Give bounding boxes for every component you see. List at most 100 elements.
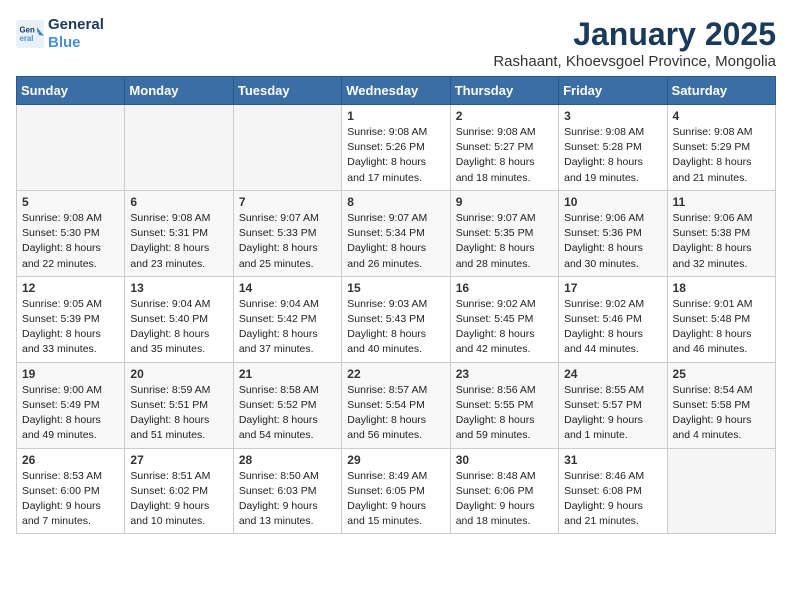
cell-details: Sunrise: 8:59 AMSunset: 5:51 PMDaylight:… [130,383,227,444]
day-number: 9 [456,195,553,209]
calendar-table: SundayMondayTuesdayWednesdayThursdayFrid… [16,76,776,534]
day-number: 5 [22,195,119,209]
calendar-cell-11: 11 Sunrise: 9:06 AMSunset: 5:38 PMDayligh… [667,190,775,276]
cell-details: Sunrise: 9:06 AMSunset: 5:38 PMDaylight:… [673,211,770,272]
title-block: January 2025 Rashaant, Khoevsgoel Provin… [493,16,776,70]
day-number: 30 [456,453,553,467]
day-number: 31 [564,453,661,467]
logo: Gen eral General Blue [16,16,104,52]
cell-details: Sunrise: 9:07 AMSunset: 5:33 PMDaylight:… [239,211,336,272]
cell-details: Sunrise: 8:46 AMSunset: 6:08 PMDaylight:… [564,469,661,530]
calendar-cell-1: 1 Sunrise: 9:08 AMSunset: 5:26 PMDaylight… [342,105,450,191]
calendar-cell-7: 7 Sunrise: 9:07 AMSunset: 5:33 PMDaylight… [233,190,341,276]
calendar-cell-24: 24Sunrise: 8:55 AMSunset: 5:57 PMDayligh… [559,362,667,448]
calendar-cell-empty [233,105,341,191]
page-header: Gen eral General Blue January 2025 Rasha… [16,16,776,70]
day-number: 7 [239,195,336,209]
cell-details: Sunrise: 9:07 AMSunset: 5:35 PMDaylight:… [456,211,553,272]
svg-text:Gen: Gen [20,25,35,34]
day-number: 3 [564,109,661,123]
logo-text: General Blue [48,16,104,52]
day-number: 1 [347,109,444,123]
cell-details: Sunrise: 9:06 AMSunset: 5:36 PMDaylight:… [564,211,661,272]
day-number: 16 [456,281,553,295]
day-number: 28 [239,453,336,467]
cell-details: Sunrise: 9:08 AMSunset: 5:26 PMDaylight:… [347,125,444,186]
cell-details: Sunrise: 9:08 AMSunset: 5:28 PMDaylight:… [564,125,661,186]
calendar-cell-25: 25Sunrise: 8:54 AMSunset: 5:58 PMDayligh… [667,362,775,448]
calendar-cell-28: 28 Sunrise: 8:50 AMSunset: 6:03 PMDayligh… [233,448,341,534]
calendar-cell-21: 21Sunrise: 8:58 AMSunset: 5:52 PMDayligh… [233,362,341,448]
day-number: 18 [673,281,770,295]
day-number: 26 [22,453,119,467]
cell-details: Sunrise: 9:02 AMSunset: 5:46 PMDaylight:… [564,297,661,358]
day-number: 14 [239,281,336,295]
cell-details: Sunrise: 8:57 AMSunset: 5:54 PMDaylight:… [347,383,444,444]
cell-details: Sunrise: 9:05 AMSunset: 5:39 PMDaylight:… [22,297,119,358]
day-number: 12 [22,281,119,295]
month-year-title: January 2025 [493,16,776,53]
calendar-week-3: 19 Sunrise: 9:00 AMSunset: 5:49 PMDayligh… [17,362,776,448]
day-number: 6 [130,195,227,209]
header-tuesday: Tuesday [233,77,341,105]
cell-details: Sunrise: 8:48 AMSunset: 6:06 PMDaylight:… [456,469,553,530]
cell-details: Sunrise: 9:01 AMSunset: 5:48 PMDaylight:… [673,297,770,358]
day-number: 11 [673,195,770,209]
calendar-cell-26: 26 Sunrise: 8:53 AMSunset: 6:00 PMDayligh… [17,448,125,534]
cell-details: Sunrise: 8:56 AMSunset: 5:55 PMDaylight:… [456,383,553,444]
calendar-cell-18: 18 Sunrise: 9:01 AMSunset: 5:48 PMDayligh… [667,276,775,362]
calendar-cell-8: 8Sunrise: 9:07 AMSunset: 5:34 PMDaylight… [342,190,450,276]
calendar-cell-20: 20 Sunrise: 8:59 AMSunset: 5:51 PMDayligh… [125,362,233,448]
calendar-cell-23: 23 Sunrise: 8:56 AMSunset: 5:55 PMDayligh… [450,362,558,448]
header-saturday: Saturday [667,77,775,105]
day-number: 23 [456,367,553,381]
header-wednesday: Wednesday [342,77,450,105]
cell-details: Sunrise: 9:08 AMSunset: 5:31 PMDaylight:… [130,211,227,272]
day-number: 17 [564,281,661,295]
cell-details: Sunrise: 9:02 AMSunset: 5:45 PMDaylight:… [456,297,553,358]
day-number: 24 [564,367,661,381]
calendar-cell-empty [17,105,125,191]
calendar-cell-3: 3 Sunrise: 9:08 AMSunset: 5:28 PMDaylight… [559,105,667,191]
header-friday: Friday [559,77,667,105]
cell-details: Sunrise: 9:03 AMSunset: 5:43 PMDaylight:… [347,297,444,358]
header-thursday: Thursday [450,77,558,105]
cell-details: Sunrise: 9:04 AMSunset: 5:42 PMDaylight:… [239,297,336,358]
day-number: 13 [130,281,227,295]
svg-text:eral: eral [20,34,34,43]
cell-details: Sunrise: 9:00 AMSunset: 5:49 PMDaylight:… [22,383,119,444]
cell-details: Sunrise: 9:08 AMSunset: 5:27 PMDaylight:… [456,125,553,186]
calendar-cell-19: 19 Sunrise: 9:00 AMSunset: 5:49 PMDayligh… [17,362,125,448]
day-number: 8 [347,195,444,209]
location-subtitle: Rashaant, Khoevsgoel Province, Mongolia [493,53,776,70]
cell-details: Sunrise: 8:58 AMSunset: 5:52 PMDaylight:… [239,383,336,444]
header-monday: Monday [125,77,233,105]
calendar-cell-17: 17 Sunrise: 9:02 AMSunset: 5:46 PMDayligh… [559,276,667,362]
calendar-week-1: 5 Sunrise: 9:08 AMSunset: 5:30 PMDaylight… [17,190,776,276]
day-number: 29 [347,453,444,467]
calendar-cell-13: 13 Sunrise: 9:04 AMSunset: 5:40 PMDayligh… [125,276,233,362]
cell-details: Sunrise: 9:08 AMSunset: 5:30 PMDaylight:… [22,211,119,272]
calendar-week-0: 1 Sunrise: 9:08 AMSunset: 5:26 PMDaylight… [17,105,776,191]
calendar-cell-12: 12 Sunrise: 9:05 AMSunset: 5:39 PMDayligh… [17,276,125,362]
day-number: 20 [130,367,227,381]
calendar-cell-2: 2 Sunrise: 9:08 AMSunset: 5:27 PMDaylight… [450,105,558,191]
calendar-cell-16: 16 Sunrise: 9:02 AMSunset: 5:45 PMDayligh… [450,276,558,362]
calendar-cell-empty [667,448,775,534]
cell-details: Sunrise: 8:50 AMSunset: 6:03 PMDaylight:… [239,469,336,530]
cell-details: Sunrise: 8:53 AMSunset: 6:00 PMDaylight:… [22,469,119,530]
calendar-cell-5: 5 Sunrise: 9:08 AMSunset: 5:30 PMDaylight… [17,190,125,276]
calendar-cell-4: 4Sunrise: 9:08 AMSunset: 5:29 PMDaylight… [667,105,775,191]
calendar-cell-14: 14 Sunrise: 9:04 AMSunset: 5:42 PMDayligh… [233,276,341,362]
calendar-cell-29: 29Sunrise: 8:49 AMSunset: 6:05 PMDayligh… [342,448,450,534]
day-number: 22 [347,367,444,381]
day-number: 19 [22,367,119,381]
header-sunday: Sunday [17,77,125,105]
calendar-cell-30: 30 Sunrise: 8:48 AMSunset: 6:06 PMDayligh… [450,448,558,534]
calendar-week-2: 12 Sunrise: 9:05 AMSunset: 5:39 PMDayligh… [17,276,776,362]
cell-details: Sunrise: 8:51 AMSunset: 6:02 PMDaylight:… [130,469,227,530]
cell-details: Sunrise: 9:04 AMSunset: 5:40 PMDaylight:… [130,297,227,358]
calendar-cell-6: 6 Sunrise: 9:08 AMSunset: 5:31 PMDaylight… [125,190,233,276]
day-number: 2 [456,109,553,123]
calendar-cell-9: 9 Sunrise: 9:07 AMSunset: 5:35 PMDaylight… [450,190,558,276]
